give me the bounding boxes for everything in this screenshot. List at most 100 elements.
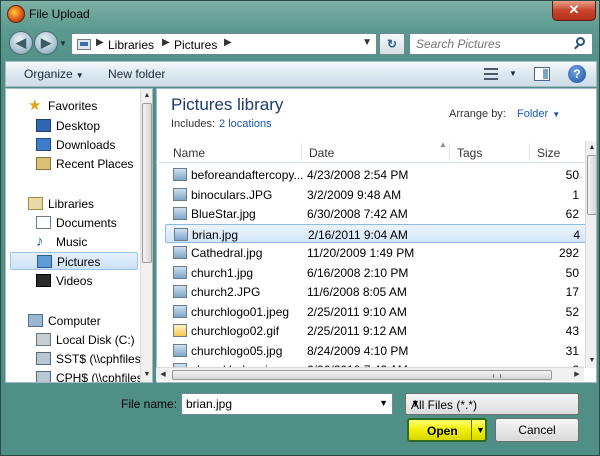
file-row[interactable]: Cathedral.jpg 11/20/2009 1:49 PM 292 xyxy=(165,243,591,262)
file-name: churchlogo01.jpeg xyxy=(191,304,290,319)
refresh-button[interactable]: ↻ xyxy=(379,33,405,55)
file-name-input[interactable] xyxy=(186,397,366,411)
title-bar[interactable]: File Upload ✕ xyxy=(1,1,599,27)
horizontal-scrollbar-thumb[interactable] xyxy=(172,370,552,380)
open-options-dropdown-icon[interactable]: ▼ xyxy=(476,425,485,435)
scroll-up-icon[interactable]: ▲ xyxy=(586,141,596,155)
sidebar-item-videos[interactable]: Videos xyxy=(36,272,138,290)
sidebar-item-pictures[interactable]: Pictures xyxy=(10,252,138,270)
sidebar-item-desktop[interactable]: Desktop xyxy=(36,117,138,135)
column-divider[interactable]: ▲ xyxy=(301,140,447,161)
image-file-icon xyxy=(173,343,187,357)
image-file-icon xyxy=(173,207,187,220)
help-icon[interactable]: ? xyxy=(568,65,586,83)
file-date: 2/16/2011 9:04 AM xyxy=(308,227,408,242)
file-row[interactable]: BlueStar.jpg 6/30/2008 7:42 AM 62 xyxy=(165,204,591,223)
documents-icon xyxy=(36,216,51,229)
downloads-icon xyxy=(36,138,51,151)
split-divider xyxy=(471,420,472,440)
image-file-icon xyxy=(173,168,187,181)
locations-link[interactable]: 2 locations xyxy=(219,118,272,130)
sidebar-item-sst-share[interactable]: SST$ (\\cphfilese xyxy=(36,350,147,368)
file-row[interactable]: churchlogo02.gif 2/25/2011 9:12 AM 43 xyxy=(165,321,591,340)
dialog-footer: File name: ▼ All Files (*.*) ▼ Open ▼ Ca… xyxy=(1,385,599,455)
arrange-by-dropdown[interactable]: Folder ▼ xyxy=(517,108,560,120)
horizontal-scrollbar[interactable]: ◀ ▶ xyxy=(156,367,584,381)
cancel-button[interactable]: Cancel xyxy=(495,418,579,442)
image-file-icon xyxy=(173,187,187,201)
sidebar-item-downloads[interactable]: Downloads xyxy=(36,136,138,154)
chevron-right-icon[interactable]: ▶ xyxy=(96,37,104,48)
breadcrumb-pictures[interactable]: Pictures xyxy=(174,38,217,52)
sidebar-item-favorites[interactable]: ★ Favorites xyxy=(28,97,138,115)
navigation-bar: ◀ ▶ ▼ ▶ Libraries ▶ Pictures ▶ ▼ ↻ xyxy=(1,29,599,57)
file-size: 50 xyxy=(565,168,579,182)
file-list-scrollbar[interactable]: ▲ ▼ xyxy=(585,141,596,368)
scrollbar-thumb[interactable] xyxy=(142,103,152,263)
close-button[interactable]: ✕ xyxy=(552,1,596,21)
breadcrumb-libraries[interactable]: Libraries xyxy=(108,38,154,52)
column-header-size[interactable]: Size xyxy=(537,146,560,160)
libraries-icon xyxy=(28,197,43,210)
desktop-icon xyxy=(36,119,51,132)
back-button[interactable]: ◀ xyxy=(9,31,33,55)
scroll-right-icon[interactable]: ▶ xyxy=(570,368,584,382)
sidebar-item-computer[interactable]: Computer xyxy=(28,312,138,330)
organize-menu[interactable]: Organize ▼ xyxy=(24,67,84,81)
file-row[interactable]: beforeandaftercopy... 4/23/2008 2:54 PM 50 xyxy=(165,165,591,184)
new-folder-button[interactable]: New folder xyxy=(108,67,165,81)
scroll-down-icon[interactable]: ▼ xyxy=(141,368,152,382)
file-name: binoculars.JPG xyxy=(191,187,273,202)
file-date: 3/2/2009 9:48 AM xyxy=(307,187,402,202)
sidebar-item-cph-share[interactable]: CPH$ (\\cphfiles xyxy=(36,369,143,382)
star-icon: ★ xyxy=(28,97,42,114)
file-size: 4 xyxy=(573,227,580,242)
scrollbar-thumb[interactable] xyxy=(587,155,596,215)
address-bar[interactable]: ▶ Libraries ▶ Pictures ▶ ▼ xyxy=(71,33,377,55)
change-view-icon[interactable] xyxy=(484,68,498,80)
file-name: church2.JPG xyxy=(191,285,261,299)
column-headers: Name ▲ Date Tags Size xyxy=(159,140,585,163)
file-date: 2/25/2011 9:10 AM xyxy=(307,304,407,319)
chevron-right-icon[interactable]: ▶ xyxy=(224,37,232,48)
file-date: 11/20/2009 1:49 PM xyxy=(307,246,415,260)
search-icon[interactable] xyxy=(574,37,586,51)
forward-button[interactable]: ▶ xyxy=(34,31,58,55)
chevron-down-icon: ▼ xyxy=(75,71,84,80)
column-divider[interactable] xyxy=(529,143,530,161)
view-options-dropdown-icon[interactable]: ▼ xyxy=(509,69,517,78)
column-header-tags[interactable]: Tags xyxy=(457,146,482,160)
file-type-select[interactable]: All Files (*.*) ▼ xyxy=(405,393,579,415)
recent-places-icon xyxy=(36,157,51,170)
open-button[interactable]: Open ▼ xyxy=(407,418,487,442)
scroll-left-icon[interactable]: ◀ xyxy=(156,368,170,382)
file-name: churchlogo02.gif xyxy=(191,324,280,338)
scroll-down-icon[interactable]: ▼ xyxy=(586,354,596,368)
chevron-right-icon[interactable]: ▶ xyxy=(162,37,170,48)
file-row[interactable]: brian.jpg 2/16/2011 9:04 AM 4 xyxy=(165,223,591,243)
sidebar-item-libraries[interactable]: Libraries xyxy=(28,195,138,213)
file-row[interactable]: church2.JPG 11/6/2008 8:05 AM 17 xyxy=(165,282,591,301)
column-header-name[interactable]: Name xyxy=(173,146,205,160)
file-row[interactable]: binoculars.JPG 3/2/2009 9:48 AM 1 xyxy=(165,185,591,204)
sidebar-item-recent-places[interactable]: Recent Places xyxy=(36,155,138,173)
videos-icon xyxy=(36,274,51,287)
file-row[interactable]: churchlogo01.jpeg 2/25/2011 9:10 AM 52 xyxy=(165,302,591,321)
file-row[interactable]: church1.jpg 6/16/2008 2:10 PM 50 xyxy=(165,263,591,282)
preview-pane-icon[interactable] xyxy=(534,67,550,81)
search-box[interactable] xyxy=(409,33,593,55)
sidebar-item-music[interactable]: ♪ Music xyxy=(36,233,138,251)
file-name-combobox[interactable]: ▼ xyxy=(181,393,393,415)
navigation-scrollbar[interactable]: ▲ ▼ xyxy=(140,89,152,382)
column-divider[interactable] xyxy=(449,143,450,161)
scroll-up-icon[interactable]: ▲ xyxy=(141,89,152,103)
chevron-down-icon[interactable]: ▼ xyxy=(379,398,388,408)
file-date: 8/24/2009 4:10 PM xyxy=(307,343,409,358)
sidebar-item-documents[interactable]: Documents xyxy=(36,214,138,232)
search-input[interactable] xyxy=(416,37,566,51)
recent-pages-dropdown-icon[interactable]: ▼ xyxy=(59,39,67,48)
column-header-date[interactable]: Date xyxy=(309,146,334,160)
file-row[interactable]: churchlogo05.jpg 8/24/2009 4:10 PM 31 xyxy=(165,341,591,360)
address-dropdown-icon[interactable]: ▼ xyxy=(362,37,372,48)
sidebar-item-local-disk[interactable]: Local Disk (C:) xyxy=(36,331,138,349)
